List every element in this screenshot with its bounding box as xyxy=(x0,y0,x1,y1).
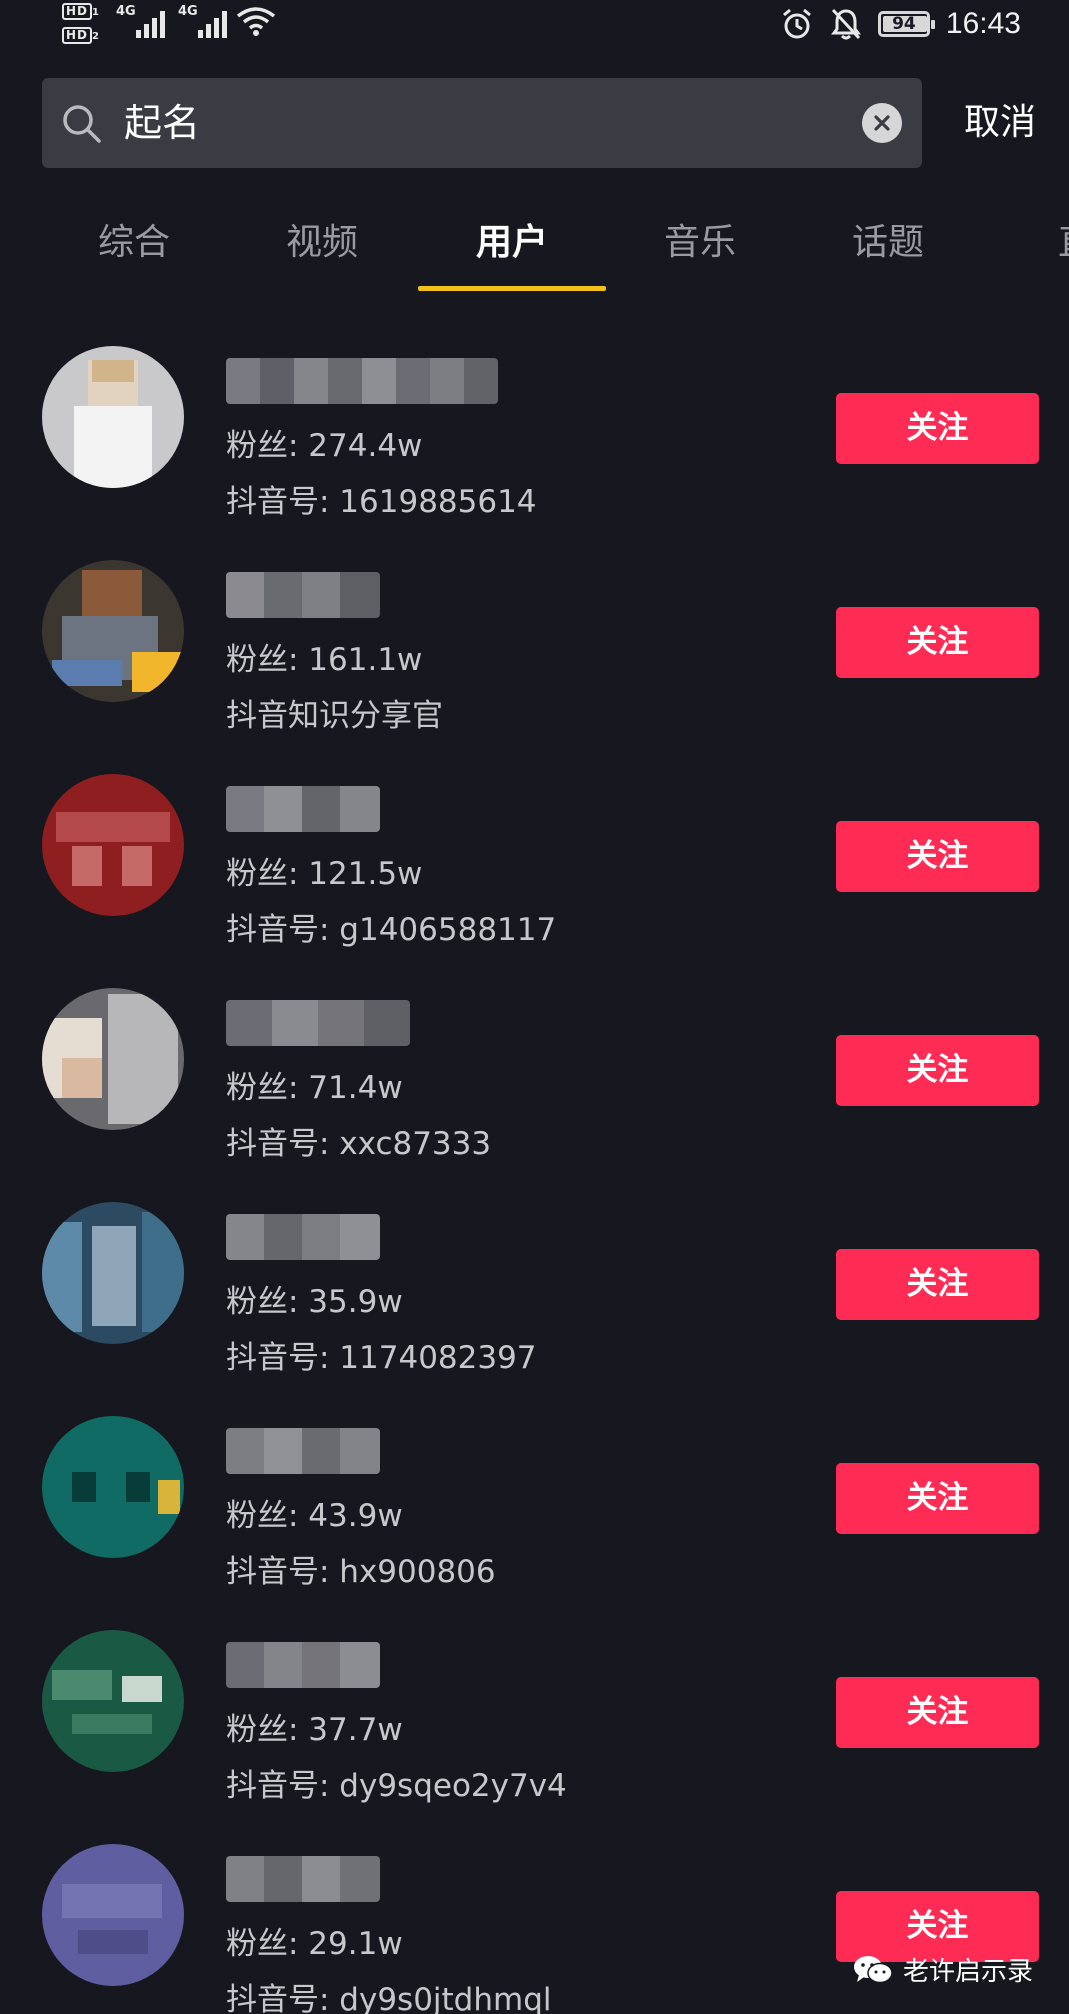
tab-topics[interactable]: 话题 xyxy=(794,200,982,290)
follower-count: 粉丝: 121.5w xyxy=(226,856,423,892)
signal-icon-2: 4G xyxy=(178,4,232,38)
app-screen: HD 1 HD 2 4G 4G 94 16:43 起名 取消 综合 视频 用户 … xyxy=(0,0,1069,2014)
watermark: 老许启示录 xyxy=(853,1951,1033,1988)
user-row[interactable]: 粉丝: 43.9w 抖音号: hx900806 关注 xyxy=(0,1372,1069,1590)
follow-button[interactable]: 关注 xyxy=(836,1463,1039,1534)
cancel-button[interactable]: 取消 xyxy=(964,78,1036,168)
hd-indicator-1: HD 1 xyxy=(62,2,108,20)
user-id: 抖音号: 1619885614 xyxy=(226,484,537,520)
follow-button[interactable]: 关注 xyxy=(836,393,1039,464)
follow-button[interactable]: 关注 xyxy=(836,1677,1039,1748)
follow-button[interactable]: 关注 xyxy=(836,1249,1039,1320)
tab-videos[interactable]: 视频 xyxy=(228,200,416,290)
signal-icon-1: 4G xyxy=(116,4,170,38)
user-id: 抖音号: dy9s0jtdhmql xyxy=(226,1982,552,2014)
follower-count: 粉丝: 71.4w xyxy=(226,1070,403,1106)
tab-bar: 综合 视频 用户 音乐 话题 直 xyxy=(0,200,1069,296)
tab-music[interactable]: 音乐 xyxy=(606,200,794,290)
avatar[interactable] xyxy=(42,1202,184,1344)
user-id: 抖音号: 1174082397 xyxy=(226,1340,537,1376)
user-id: 抖音号: g1406588117 xyxy=(226,912,557,948)
search-query: 起名 xyxy=(124,101,201,145)
user-id: 抖音知识分享官 xyxy=(226,698,443,734)
follow-button[interactable]: 关注 xyxy=(836,607,1039,678)
blurred-username xyxy=(226,1642,380,1688)
blurred-username xyxy=(226,1000,410,1046)
search-input[interactable]: 起名 xyxy=(42,78,922,168)
follower-count: 粉丝: 43.9w xyxy=(226,1498,403,1534)
follower-count: 粉丝: 161.1w xyxy=(226,642,423,678)
wechat-icon xyxy=(853,1955,893,1983)
blurred-username xyxy=(226,572,380,618)
user-row[interactable]: 粉丝: 71.4w 抖音号: xxc87333 关注 xyxy=(0,944,1069,1162)
blurred-username xyxy=(226,1428,380,1474)
avatar[interactable] xyxy=(42,988,184,1130)
follower-count: 粉丝: 35.9w xyxy=(226,1284,403,1320)
user-id: 抖音号: dy9sqeo2y7v4 xyxy=(226,1768,567,1804)
close-icon xyxy=(874,115,890,131)
wifi-icon xyxy=(236,7,276,36)
avatar[interactable] xyxy=(42,774,184,916)
avatar[interactable] xyxy=(42,1416,184,1558)
mute-bell-icon xyxy=(830,8,861,40)
user-id: 抖音号: xxc87333 xyxy=(226,1126,492,1162)
battery-icon: 94 xyxy=(877,11,935,37)
status-right: 94 16:43 xyxy=(780,0,1021,48)
avatar[interactable] xyxy=(42,1844,184,1986)
user-row[interactable]: 粉丝: 37.7w 抖音号: dy9sqeo2y7v4 关注 xyxy=(0,1586,1069,1804)
status-bar: HD 1 HD 2 4G 4G 94 16:43 xyxy=(0,0,1069,48)
follow-button[interactable]: 关注 xyxy=(836,1035,1039,1106)
user-row[interactable]: 粉丝: 121.5w 抖音号: g1406588117 关注 xyxy=(0,730,1069,948)
blurred-username xyxy=(226,786,380,832)
user-row[interactable]: 粉丝: 274.4w 抖音号: 1619885614 关注 xyxy=(0,302,1069,520)
blurred-username xyxy=(226,1214,380,1260)
search-icon xyxy=(63,105,101,143)
watermark-text: 老许启示录 xyxy=(902,1957,1033,1987)
follower-count: 粉丝: 274.4w xyxy=(226,428,423,464)
tab-live[interactable]: 直 xyxy=(982,200,1069,290)
blurred-username xyxy=(226,1856,380,1902)
hd-indicator-2: HD 2 xyxy=(62,26,108,44)
follower-count: 粉丝: 29.1w xyxy=(226,1926,403,1962)
user-id: 抖音号: hx900806 xyxy=(226,1554,496,1590)
follow-button[interactable]: 关注 xyxy=(836,821,1039,892)
clock-time: 16:43 xyxy=(945,7,1021,40)
user-row[interactable]: 粉丝: 35.9w 抖音号: 1174082397 关注 xyxy=(0,1158,1069,1376)
tab-users[interactable]: 用户 xyxy=(418,200,606,290)
tab-comprehensive[interactable]: 综合 xyxy=(40,200,228,290)
avatar[interactable] xyxy=(42,560,184,702)
active-tab-indicator xyxy=(418,286,606,291)
user-row[interactable]: 粉丝: 161.1w 抖音知识分享官 关注 xyxy=(0,516,1069,734)
clear-search-button[interactable] xyxy=(862,103,902,143)
alarm-icon xyxy=(782,8,811,39)
avatar[interactable] xyxy=(42,1630,184,1772)
avatar[interactable] xyxy=(42,346,184,488)
blurred-username xyxy=(226,358,498,404)
follower-count: 粉丝: 37.7w xyxy=(226,1712,403,1748)
